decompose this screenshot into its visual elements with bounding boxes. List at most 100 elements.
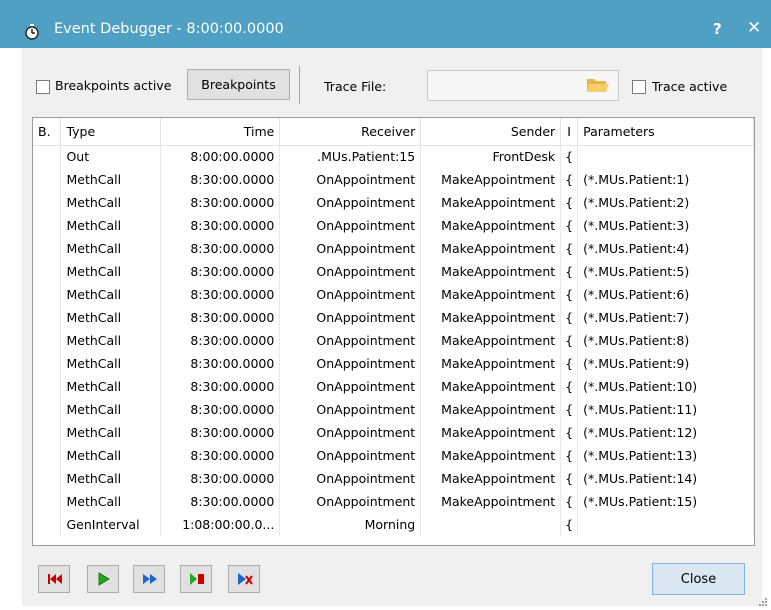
cell-breakpoint [33,168,62,191]
cell-i: { [560,490,579,513]
cell-receiver: OnAppointment [279,398,422,421]
table-row[interactable]: MethCall 8:30:00.0000 OnAppointment MakeApp… [33,421,754,444]
breakpoints-button[interactable]: Breakpoints [187,69,290,100]
cell-parameters: (*.MUs.Patient:12) [577,421,754,444]
column-header-receiver[interactable]: Receiver [279,118,422,146]
table-header-row: B. Type Time Receiver Sender I Parameter… [33,118,754,146]
cell-sender: MakeAppointment [420,398,562,421]
cell-breakpoint [33,352,62,375]
cell-time: 8:30:00.0000 [160,352,281,375]
cell-breakpoint [33,490,62,513]
fast-forward-button[interactable] [133,565,165,593]
stopwatch-icon [25,24,39,40]
cell-breakpoint [33,444,62,467]
trace-active-checkbox[interactable] [632,80,646,94]
table-row[interactable]: MethCall 8:30:00.0000 OnAppointment MakeApp… [33,283,754,306]
table-row[interactable]: MethCall 8:30:00.0000 OnAppointment MakeApp… [33,168,754,191]
cell-sender [420,513,562,536]
table-row[interactable]: MethCall 8:30:00.0000 OnAppointment MakeApp… [33,398,754,421]
table-row[interactable]: MethCall 8:30:00.0000 OnAppointment MakeApp… [33,352,754,375]
reset-button[interactable] [38,565,70,593]
cell-receiver: OnAppointment [279,306,422,329]
breakpoints-active-label: Breakpoints active [55,78,172,93]
stop-button[interactable] [180,565,212,593]
cell-sender: MakeAppointment [420,168,562,191]
column-header-parameters[interactable]: Parameters [577,118,754,146]
window-close-button[interactable]: ✕ [747,18,761,38]
cell-sender: MakeAppointment [420,191,562,214]
cell-i: { [560,145,579,168]
cell-time: 8:00:00.0000 [160,145,281,168]
cell-breakpoint [33,421,62,444]
cell-sender: MakeAppointment [420,352,562,375]
cell-i: { [560,398,579,421]
close-button[interactable]: Close [652,563,745,595]
help-button[interactable]: ? [713,20,722,38]
cell-i: { [560,283,579,306]
column-header-type[interactable]: Type [60,118,162,146]
cell-parameters: (*.MUs.Patient:2) [577,191,754,214]
cell-type: MethCall [60,329,162,352]
table-row[interactable]: MethCall 8:30:00.0000 OnAppointment MakeApp… [33,444,754,467]
table-row[interactable]: MethCall 8:30:00.0000 OnAppointment MakeApp… [33,467,754,490]
event-table[interactable]: B. Type Time Receiver Sender I Parameter… [32,117,755,546]
cell-i: { [560,329,579,352]
cell-type: MethCall [60,444,162,467]
table-row[interactable]: Out 8:00:00.0000 .MUs.Patient:15 FrontDesk{ [33,145,754,168]
cell-time: 8:30:00.0000 [160,375,281,398]
cell-sender: MakeAppointment [420,375,562,398]
cell-parameters: (*.MUs.Patient:11) [577,398,754,421]
cell-parameters: (*.MUs.Patient:14) [577,467,754,490]
column-header-i[interactable]: I [560,118,579,146]
step-icon [238,573,253,585]
cell-i: { [560,306,579,329]
cell-type: MethCall [60,214,162,237]
resize-grip-icon[interactable] [758,597,768,607]
trace-active-label: Trace active [652,79,728,94]
table-row[interactable]: GenInterval 1:08:00:00.0... Morning { [33,513,754,536]
cell-type: MethCall [60,237,162,260]
cell-i: { [560,191,579,214]
cell-type: MethCall [60,490,162,513]
breakpoints-active-checkbox[interactable] [36,80,50,94]
cell-receiver: OnAppointment [279,421,422,444]
cell-time: 8:30:00.0000 [160,467,281,490]
table-row[interactable]: MethCall 8:30:00.0000 OnAppointment MakeApp… [33,329,754,352]
cell-receiver: OnAppointment [279,168,422,191]
table-row[interactable]: MethCall 8:30:00.0000 OnAppointment MakeApp… [33,237,754,260]
cell-time: 8:30:00.0000 [160,214,281,237]
cell-type: MethCall [60,467,162,490]
cell-sender: MakeAppointment [420,260,562,283]
table-row[interactable]: MethCall 8:30:00.0000 OnAppointment MakeApp… [33,375,754,398]
cell-sender: MakeAppointment [420,421,562,444]
cell-type: MethCall [60,375,162,398]
cell-sender: MakeAppointment [420,467,562,490]
cell-i: { [560,260,579,283]
cell-sender: MakeAppointment [420,214,562,237]
column-header-time[interactable]: Time [160,118,281,146]
cell-time: 8:30:00.0000 [160,237,281,260]
cell-type: GenInterval [60,513,162,536]
cell-type: MethCall [60,421,162,444]
table-row[interactable]: MethCall 8:30:00.0000 OnAppointment MakeApp… [33,490,754,513]
table-row[interactable]: MethCall 8:30:00.0000 OnAppointment MakeApp… [33,191,754,214]
step-button[interactable] [228,565,260,593]
cell-receiver: OnAppointment [279,283,422,306]
cell-receiver: OnAppointment [279,191,422,214]
cell-type: MethCall [60,352,162,375]
cell-receiver: OnAppointment [279,352,422,375]
column-header-sender[interactable]: Sender [420,118,562,146]
folder-open-icon[interactable] [586,75,610,95]
table-row[interactable]: MethCall 8:30:00.0000 OnAppointment MakeApp… [33,306,754,329]
cell-i: { [560,513,579,536]
table-row[interactable]: MethCall 8:30:00.0000 OnAppointment MakeApp… [33,214,754,237]
start-button[interactable] [87,565,119,593]
cell-receiver: OnAppointment [279,260,422,283]
cell-time: 8:30:00.0000 [160,306,281,329]
cell-breakpoint [33,283,62,306]
table-row[interactable]: MethCall 8:30:00.0000 OnAppointment MakeApp… [33,260,754,283]
column-header-b[interactable]: B. [33,118,62,146]
table-body: Out 8:00:00.0000 .MUs.Patient:15 FrontDesk{… [33,145,754,536]
cell-type: MethCall [60,306,162,329]
cell-receiver: OnAppointment [279,214,422,237]
